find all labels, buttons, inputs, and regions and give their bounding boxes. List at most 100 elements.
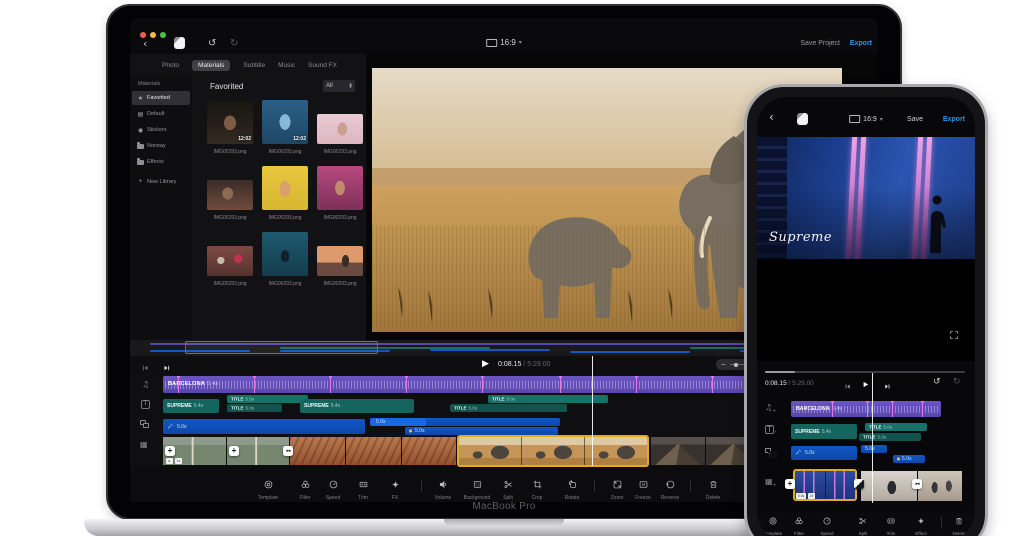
media-thumbnail[interactable] [262,232,308,276]
project-icon[interactable] [797,113,808,125]
library-item[interactable]: IMG00293.png [317,165,363,223]
add-media-track-icon[interactable]: ▦ + [765,477,777,488]
toolbar-split-button[interactable]: Split [850,513,876,536]
media-thumbnail[interactable] [317,166,363,210]
tab-photo[interactable]: Photo [162,62,179,69]
pip-clip[interactable]: 5.0s [405,427,558,435]
export-button[interactable]: Export [943,116,965,123]
video-clip-elephants-selected[interactable] [457,435,649,467]
toolbar-template-button[interactable]: Template [251,477,285,501]
pip-clip[interactable]: 5.0s [861,445,887,453]
media-thumbnail[interactable] [317,246,363,276]
slide-transition-icon[interactable] [854,479,864,489]
sidebar-item-norway[interactable]: Norway [132,139,190,153]
pip-clip[interactable]: 5.0s [370,418,560,426]
library-item[interactable]: IMG00293.png [317,231,363,289]
library-item[interactable]: IMG00293.png [262,231,308,289]
toolbar-effect-button[interactable]: Effect [908,513,934,536]
text-clip-title[interactable]: TITLE 5.0s [227,404,282,412]
playhead[interactable] [872,373,873,503]
text-clip-title[interactable]: TITLE 5.0s [488,395,608,403]
add-transition-button[interactable]: + [229,446,239,456]
toolbar-speed-button[interactable]: Speed [316,477,350,501]
fullscreen-icon[interactable] [949,327,959,345]
minimap-viewport[interactable] [185,341,378,354]
playhead[interactable] [592,356,593,466]
export-button[interactable]: Export [850,40,872,47]
text-clip-supreme[interactable]: SUPREME 5.4s [791,424,857,439]
video-clip-pyramids[interactable] [651,437,705,465]
media-thumbnail[interactable] [262,166,308,210]
add-text-track-icon[interactable]: T + [765,425,777,434]
toolbar-filter-button[interactable]: Filter [786,513,812,536]
next-marker-button[interactable] [883,378,892,396]
aspect-ratio-selector[interactable]: 16:9 ▾ [486,38,522,47]
tab-materials[interactable]: Materials [192,59,231,71]
toolbar-trim-button[interactable]: Trim [878,513,904,536]
text-clip-title[interactable]: TITLE 5.0s [450,404,567,412]
tab-music[interactable]: Music [278,62,295,69]
library-item[interactable]: IMG00293.png [207,231,253,289]
toolbar-reverse-button[interactable]: Reverse [653,477,687,501]
sidebar-item-effects[interactable]: Effects [132,155,190,169]
library-item[interactable]: 12:02 IMG00293.png [207,99,253,157]
new-library-button[interactable]: + New Library [132,175,190,189]
add-music-track-icon[interactable]: ♫ + [765,403,776,414]
add-pip-track-icon[interactable]: + [765,448,778,458]
media-thumbnail[interactable] [317,114,363,144]
toolbar-volume-button[interactable]: Volume [426,477,460,501]
save-button[interactable]: Save [907,116,923,123]
sidebar-item-default[interactable]: ▤ Default [132,107,190,121]
timeline-scroll-indicator[interactable] [765,371,965,373]
toolbar-background-button[interactable]: Background [460,477,494,501]
sidebar-item-favorited[interactable]: ★ Favorited [132,91,190,105]
toolbar-speed-button[interactable]: Speed [814,513,840,536]
library-filter-dropdown[interactable]: All ▲ ▼ [323,80,355,92]
toolbar-crop-button[interactable]: Crop [520,477,554,501]
redo-button[interactable]: ↻ [230,38,238,49]
play-button[interactable]: ▶ [482,359,489,369]
redo-button[interactable]: ↻ [953,377,961,387]
text-clip-title[interactable]: TITLE 5.0s [865,423,927,431]
tab-soundfx[interactable]: Sound FX [308,62,337,69]
video-clip-man[interactable] [861,471,917,501]
text-clip-supreme[interactable]: SUPREME 5.4s [163,399,219,413]
transition-icon[interactable]: ▸◂ [912,479,922,489]
media-thumbnail[interactable] [207,180,253,210]
aspect-ratio-selector[interactable]: 16:9 ▾ [849,115,883,123]
text-clip-title[interactable]: TITLE 5.0s [227,395,308,403]
undo-button[interactable]: ↺ [208,38,216,49]
video-clip-camels[interactable] [346,437,401,465]
toolbar-rotate-button[interactable]: Rotate [555,477,589,501]
toolbar-trim-button[interactable]: Trim [346,477,380,501]
library-item[interactable]: IMG00293.png [207,165,253,223]
back-button[interactable]: ‹ [143,38,147,49]
add-transition-button[interactable]: + [165,446,175,456]
zoom-slider-knob[interactable] [733,362,738,367]
transition-icon[interactable]: ▸◂ [283,446,293,456]
undo-button[interactable]: ↺ [933,377,941,387]
pip-clip[interactable]: 5.0s [893,455,925,463]
tab-subtitle[interactable]: Subtitle [243,62,265,69]
play-button[interactable] [861,376,870,394]
toolbar-fx-button[interactable]: FX [378,477,412,501]
pip-clip[interactable]: 5.0s [163,419,365,434]
add-transition-button[interactable]: + [785,479,795,489]
save-project-button[interactable]: Save Project [800,40,840,47]
library-item[interactable]: 12:02 IMG00293.png [262,99,308,157]
pip-clip[interactable]: 5.0s [791,446,857,460]
video-clip-camels[interactable] [402,437,456,465]
back-button[interactable]: ‹ [769,110,774,124]
text-clip-supreme[interactable]: SUPREME 5.4s [300,399,414,413]
project-icon[interactable] [174,37,185,49]
previous-marker-button[interactable] [843,378,852,396]
library-item[interactable]: IMG00293.png [317,99,363,157]
zoom-out-icon[interactable]: − [721,360,726,369]
media-thumbnail[interactable] [207,246,253,276]
music-clip-barcelona[interactable]: BARCELONA 5.4s [791,401,941,417]
toolbar-template-button[interactable]: Template [760,513,786,536]
sidebar-item-stickers[interactable]: ◉ Stickers [132,123,190,137]
toolbar-delete-button[interactable]: Delete [696,477,730,501]
library-item[interactable]: IMG00293.png [262,165,308,223]
video-clip-camels[interactable] [290,437,345,465]
